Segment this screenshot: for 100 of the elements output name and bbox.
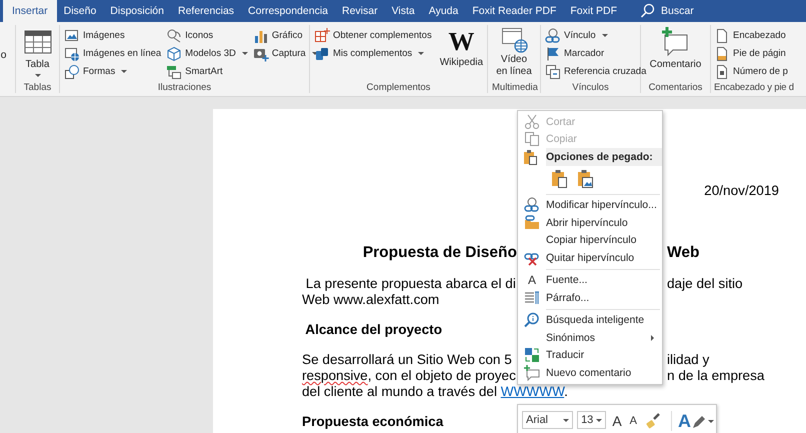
paragraph-text: n de la empresa [667,368,764,384]
font-color-button[interactable]: A [671,411,716,431]
add-grid-icon [314,28,330,44]
document-title: Propuesta de Diseño [362,244,517,262]
search-icon [640,3,656,19]
group-label: Tablas [22,82,52,93]
ribbon-tab[interactable]: Foxit Reader PDF [465,0,564,22]
ribbon-tab[interactable]: Referencias [171,0,242,22]
group-label: Encabezado y pie d [714,82,795,93]
logo-icon: W [448,27,474,57]
font-name-field[interactable]: Arial [522,411,574,429]
caret-icon [418,52,424,55]
section-heading: Propuesta económica [302,414,444,430]
puzzle-icon [314,46,330,62]
ribbon-button[interactable]: Número de p [714,63,788,80]
ribbon-tab[interactable]: Disposición [103,0,171,22]
caret-icon [121,70,128,73]
ribbon-button[interactable]: Formas [64,63,162,80]
shrink-font-button[interactable]: A [628,411,639,431]
date-text: 20/nov/2019 [704,183,779,199]
format-painter-icon [645,413,661,429]
ribbon-button[interactable]: Mis complementos [314,45,432,62]
ribbon-tab[interactable]: Correspondencia [241,0,335,22]
ribbon-tab[interactable]: Insertar [3,0,57,22]
paragraph-text: Web www.alexfatt.com [302,292,440,308]
ribbon-button[interactable]: Iconos [166,27,248,44]
group-label: Comentarios [648,82,704,93]
caret-icon [708,420,714,422]
pen-icon [691,414,705,428]
web-image-icon [64,46,80,62]
ribbon-button[interactable]: Marcador [545,45,646,62]
caret-icon [242,52,248,55]
ribbon-tab[interactable]: Ayuda [422,0,466,22]
ribbon-button[interactable]: Vídeo en línea [494,25,534,78]
caret-icon [596,418,602,422]
menu-item[interactable]: Párrafo... [518,289,662,306]
group-label: Ilustraciones [156,82,212,93]
ribbon-button[interactable]: Imágenes en línea [64,45,162,62]
link-icon [524,197,540,214]
grow-font-button[interactable]: A [610,411,624,431]
section-heading: Alcance del proyecto [304,322,442,338]
group-label: Multimedia [492,82,536,93]
ribbon-button[interactable]: Encabezado [714,27,788,44]
menu-item[interactable]: Búsqueda inteligente [518,312,662,329]
icons-icon [166,28,182,44]
page-number-icon [714,64,730,80]
cross-reference-icon [545,64,561,80]
submenu-arrow-icon [651,335,654,341]
search-icon [524,312,540,328]
caret-icon [563,418,570,422]
ribbon-button[interactable]: Referencia cruzada [545,63,646,80]
ribbon-tab[interactable]: Foxit PDF [563,0,624,22]
menu-item[interactable]: Quitar hipervínculo [518,249,662,266]
paragraph-text: daje del sitio [667,276,743,292]
paragraph-text: Se desarrollará un Sitio Web con 5 [302,352,512,368]
scissors-icon [524,114,540,130]
paragraph-text: responsive, con el objeto de proyec [302,368,516,384]
menu-item[interactable]: Traducir [518,346,662,364]
search-button[interactable]: Buscar [636,0,698,22]
shapes-icon [64,64,80,80]
clipboard-icon [523,148,539,165]
font-size-field[interactable]: 13 [577,411,606,429]
ribbon-button[interactable]: Vínculo [545,27,646,44]
caret-icon [34,74,40,77]
add-comment-icon [524,364,540,381]
document-title: Web [667,244,700,262]
ribbon-tab[interactable]: Diseño [56,0,104,22]
ribbon-button[interactable]: Modelos 3D [166,45,248,62]
paragraph-text: del cliente al mundo a través del WWWWW. [302,384,568,400]
flag-icon [545,46,561,62]
group-label: Vínculos [571,82,610,93]
ribbon-button[interactable]: SmartArt [166,63,248,80]
menu-item[interactable]: Copiar hipervínculo [518,232,662,249]
group-label: Complementos [366,82,432,93]
paragraph-text: La presente propuesta abarca el di [304,276,516,292]
image-icon [64,28,80,44]
paragraph-text: ilidad y [667,352,710,368]
page-footer-icon [714,46,730,62]
menu-item[interactable]: Sinónimos [518,329,662,346]
page-icon [714,28,730,44]
folder-link-icon [524,214,540,231]
ribbon-button[interactable]: W Wikipedia [440,25,484,69]
menu-item[interactable]: Modificar hipervínculo... [518,196,662,214]
menu-item[interactable]: Nuevo comentario [518,364,662,382]
menu-item[interactable]: A Fuente... [518,272,662,289]
cube-icon [166,46,182,62]
ribbon-button[interactable]: Tabla [22,25,54,77]
menu-item[interactable]: Abrir hipervínculo [518,214,662,232]
hyperlink[interactable]: WWWWW [500,384,564,399]
ribbon-button[interactable]: Pie de págin [714,45,788,62]
video-globe-icon [500,27,528,54]
copy-icon [524,131,540,148]
ribbon-tab[interactable]: Vista [384,0,422,22]
paragraph-icon [524,290,540,306]
ribbon-button[interactable]: Comentario [650,25,702,71]
smartart-icon [166,64,182,80]
ribbon-tab[interactable]: Revisar [335,0,385,22]
font-icon: A [528,273,536,288]
ribbon-button[interactable]: Imágenes [64,27,162,44]
ribbon-button[interactable]: o [0,25,6,61]
